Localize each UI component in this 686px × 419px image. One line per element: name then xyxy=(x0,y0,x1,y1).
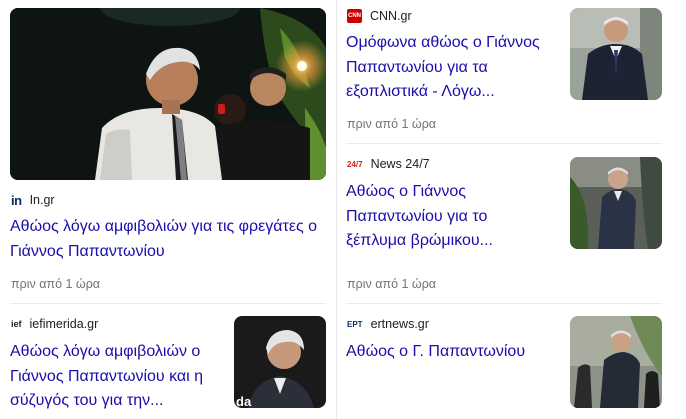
headline-line: ξέπλυμα βρώμικου... xyxy=(346,232,493,249)
iefimerida-logo-icon: ief xyxy=(11,319,22,329)
source-name: News 24/7 xyxy=(370,157,430,171)
source-row: in In.gr xyxy=(11,191,55,209)
timestamp: πριν από 1 ώρα xyxy=(347,277,437,291)
divider xyxy=(346,303,662,304)
source-row: CNN CNN.gr xyxy=(347,7,412,25)
headline-link[interactable]: Αθώος λόγω αμφιβολιών ο Γιάννος Παπαντων… xyxy=(10,340,220,414)
headline-line: Γιάννος Παπαντωνίου xyxy=(10,242,165,260)
source-row: 24/7 News 24/7 xyxy=(347,155,430,173)
headline-line: Παπαντωνίου για τα xyxy=(346,58,488,76)
timestamp: πριν από 1 ώρα xyxy=(11,277,101,291)
headline-link[interactable]: Αθώος λόγω αμφιβολιών για τις φρεγάτες ο… xyxy=(10,215,330,264)
source-row: ΕΡΤ ertnews.gr xyxy=(347,315,429,333)
headline-link[interactable]: Αθώος ο Γ. Παπαντωνίου xyxy=(346,340,556,365)
source-name: CNN.gr xyxy=(370,9,412,23)
headline-line: εξοπλιστικά - Λόγω... xyxy=(346,83,495,100)
headline-line: Αθώος λόγω αμφιβολιών για τις φρεγάτες ο xyxy=(10,218,318,235)
in-gr-logo-icon: in xyxy=(11,192,22,208)
thumbnail-image[interactable]: da xyxy=(234,316,326,408)
thumbnail-image[interactable] xyxy=(570,8,662,100)
headline-line: Αθώος λόγω αμφιβολιών ο xyxy=(10,343,201,360)
column-divider xyxy=(336,0,337,419)
source-name: In.gr xyxy=(29,193,55,207)
cnn-logo-icon: CNN xyxy=(347,9,362,23)
hero-image[interactable] xyxy=(10,8,326,180)
source-row: ief iefimerida.gr xyxy=(11,315,98,333)
divider xyxy=(346,143,662,144)
headline-line: Παπαντωνίου για το xyxy=(346,207,488,225)
news247-logo-icon: 24/7 xyxy=(347,159,363,169)
source-name: ertnews.gr xyxy=(370,317,429,331)
headline-line: Ομόφωνα αθώος ο Γιάννος xyxy=(346,34,540,51)
divider xyxy=(10,303,326,304)
headline-line: Αθώος ο Γ. Παπαντωνίου xyxy=(346,343,526,360)
headline-line: Γιάννος Παπαντωνίου και η xyxy=(10,367,204,385)
headline-line: Αθώος ο Γιάννος xyxy=(346,183,466,200)
source-name: iefimerida.gr xyxy=(29,317,99,331)
headline-link[interactable]: Ομόφωνα αθώος ο Γιάννος Παπαντωνίου για … xyxy=(346,31,556,105)
thumbnail-image[interactable] xyxy=(570,157,662,249)
ert-logo-icon: ΕΡΤ xyxy=(347,319,363,329)
thumbnail-image[interactable] xyxy=(570,316,662,408)
thumbnail-overlay-text: da xyxy=(236,394,252,408)
headline-link[interactable]: Αθώος ο Γιάννος Παπαντωνίου για το ξέπλυ… xyxy=(346,180,556,254)
headline-line: σύζυγός του για την... xyxy=(10,392,164,409)
timestamp: πριν από 1 ώρα xyxy=(347,117,437,131)
